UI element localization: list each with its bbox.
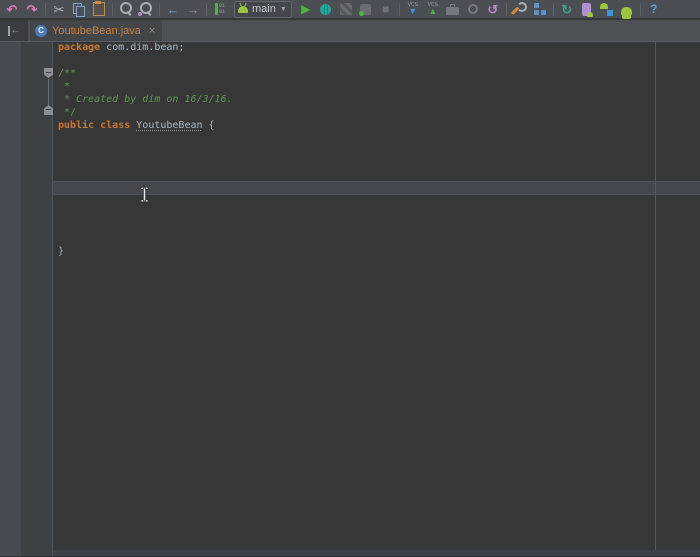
android-robot-icon xyxy=(621,6,633,19)
close-icon[interactable]: × xyxy=(149,25,155,37)
sync-icon: ↻ xyxy=(561,1,573,17)
vcs-commit-button[interactable]: VCS ▲ xyxy=(423,0,443,18)
run-configuration-label: main xyxy=(252,2,276,15)
wrench-icon xyxy=(513,2,527,16)
run-button[interactable]: ▶ xyxy=(296,0,316,18)
right-margin-guide xyxy=(655,42,656,557)
code-line: */ xyxy=(58,107,77,118)
navigate-forward-button[interactable]: → xyxy=(183,0,203,18)
vcs-update-button[interactable]: VCS ▼ xyxy=(403,0,423,18)
avd-manager-icon xyxy=(582,2,594,17)
toolbar-separator xyxy=(505,2,507,16)
toolbar-separator xyxy=(159,2,160,16)
paste-icon xyxy=(93,1,105,16)
help-icon: ? xyxy=(650,2,658,16)
code-line: public class YoutubeBean { xyxy=(58,120,215,131)
debug-button[interactable] xyxy=(316,0,336,18)
class-icon: C xyxy=(35,24,47,37)
debug-bug-icon xyxy=(320,3,332,15)
tab-youtubebean-java[interactable]: C YoutubeBean.java × xyxy=(30,20,163,41)
ide-window: ↶ ↷ ✂ ← → 01 01 main ▼ ▶ ■ VCS ▼ VCS ▲ ↺… xyxy=(0,0,700,557)
vcs-commit-icon: VCS ▲ xyxy=(427,1,438,16)
project-structure-icon xyxy=(533,3,546,15)
undo-icon: ↶ xyxy=(6,1,18,17)
tab-label: YoutubeBean.java xyxy=(52,24,141,37)
coverage-button[interactable] xyxy=(336,0,356,18)
undo-button[interactable]: ↶ xyxy=(2,0,22,18)
editor-gutter xyxy=(21,42,53,557)
toolbar-separator xyxy=(552,2,554,16)
changes-briefcase-icon xyxy=(446,3,460,15)
toolbar-separator xyxy=(206,2,207,16)
copy-button[interactable] xyxy=(69,0,89,18)
replace-icon xyxy=(138,2,152,16)
history-button[interactable] xyxy=(463,0,483,18)
code-line: } xyxy=(58,246,65,257)
coverage-icon xyxy=(339,3,352,15)
binary-tool-icon: 01 01 xyxy=(214,3,225,15)
gradle-sync-button[interactable]: ↻ xyxy=(557,0,577,18)
toolbar-separator xyxy=(45,2,46,16)
code-line: * Created by dim on 16/3/16. xyxy=(58,94,233,105)
left-tool-window-bar xyxy=(0,42,21,557)
vcs-update-icon: VCS ▼ xyxy=(407,1,418,16)
help-button[interactable]: ? xyxy=(644,0,664,18)
forward-arrow-icon: → xyxy=(186,1,200,17)
avd-manager-button[interactable] xyxy=(577,0,597,18)
code-line: /** xyxy=(58,68,77,79)
sdk-manager-icon xyxy=(600,2,614,16)
project-structure-button[interactable] xyxy=(530,0,550,18)
paste-button[interactable] xyxy=(89,0,109,18)
code-line: * xyxy=(58,81,71,92)
search-icon xyxy=(120,2,132,14)
copy-icon xyxy=(73,2,85,17)
redo-button[interactable]: ↷ xyxy=(22,0,42,18)
current-line-highlight xyxy=(53,181,700,195)
collapse-left-icon: ← xyxy=(7,25,21,36)
code-line: package com.dim.bean; xyxy=(58,42,185,53)
device-monitor-button[interactable] xyxy=(617,0,637,19)
navigate-back-button[interactable]: ← xyxy=(163,0,183,18)
toolbar-separator xyxy=(398,2,400,16)
profile-icon xyxy=(359,3,372,16)
cut-icon: ✂ xyxy=(53,1,65,17)
stop-button[interactable]: ■ xyxy=(376,0,396,18)
run-configuration-select[interactable]: main ▼ xyxy=(234,0,292,18)
toolbar-separator xyxy=(639,2,641,16)
rollback-icon: ↺ xyxy=(487,1,499,17)
show-changes-button[interactable] xyxy=(443,0,463,18)
profile-button[interactable] xyxy=(356,0,376,18)
main-toolbar: ↶ ↷ ✂ ← → 01 01 main ▼ ▶ ■ VCS ▼ VCS ▲ ↺… xyxy=(0,0,700,19)
back-arrow-icon: ← xyxy=(166,1,180,17)
cut-button[interactable]: ✂ xyxy=(49,0,69,18)
find-button[interactable] xyxy=(116,0,136,18)
chevron-down-icon: ▼ xyxy=(279,5,287,13)
text-cursor-pointer xyxy=(139,186,150,208)
settings-button[interactable] xyxy=(510,0,530,18)
binary-tool-button[interactable]: 01 01 xyxy=(210,0,230,18)
rollback-button[interactable]: ↺ xyxy=(483,0,503,18)
stop-icon: ■ xyxy=(382,2,390,16)
android-icon xyxy=(238,5,248,13)
sdk-manager-button[interactable] xyxy=(597,0,617,18)
history-icon xyxy=(467,4,478,14)
fold-range-line xyxy=(48,79,49,105)
hide-panel-button[interactable]: ← xyxy=(0,20,28,41)
replace-button[interactable] xyxy=(136,0,156,18)
editor-tab-bar: ← C YoutubeBean.java × xyxy=(0,20,700,42)
toolbar-separator xyxy=(112,2,113,16)
run-icon: ▶ xyxy=(301,2,311,16)
redo-icon: ↷ xyxy=(26,1,38,17)
